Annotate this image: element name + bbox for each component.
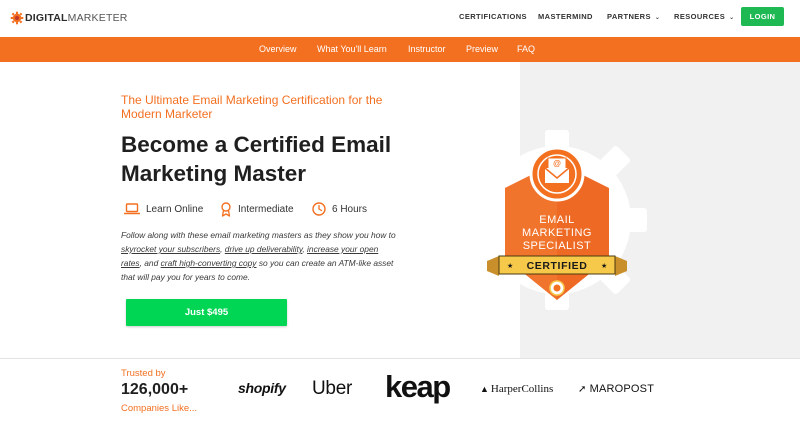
brand-logo-maropost: ➚ MAROPOST: [578, 383, 654, 395]
nav-partners[interactable]: PARTNERS ⌄: [607, 12, 660, 21]
svg-text:★: ★: [507, 262, 513, 270]
subnav-overview[interactable]: Overview: [259, 44, 297, 54]
meta-format-label: Learn Online: [146, 203, 204, 215]
logo-word-marketer: MARKETER: [67, 12, 128, 24]
meta-format: Learn Online: [124, 201, 203, 217]
brand-logo-keap: keap: [385, 369, 451, 404]
trusted-count: 126,000+: [121, 381, 189, 398]
desc-text-1: Follow along with these email marketing …: [121, 230, 396, 240]
award-icon: [221, 201, 231, 217]
badge-line-specialist: SPECIALIST: [523, 240, 592, 252]
companies-like-label: Companies Like...: [121, 403, 198, 414]
nav-resources[interactable]: RESOURCES ⌄: [674, 12, 735, 21]
digitalmarketer-logo[interactable]: DIGITAL MARKETER: [10, 8, 128, 28]
nav-partners-label: PARTNERS: [607, 12, 651, 21]
envelope-icon: @: [544, 157, 570, 183]
brand-logo-harpercollins: ▲ HarperCollins: [480, 383, 553, 395]
svg-text:★: ★: [601, 262, 607, 270]
harpercollins-mark-icon: ▲: [480, 384, 489, 394]
maropost-arrow-icon: ➚: [578, 384, 587, 395]
badge-ribbon-certified: CERTIFIED: [527, 260, 588, 272]
trusted-by-label: Trusted by: [121, 368, 166, 379]
subnav-faq[interactable]: FAQ: [517, 44, 535, 54]
link-drive-up-deliverability[interactable]: drive up deliverability: [225, 244, 303, 254]
page-title: Become a Certified Email Marketing Maste…: [121, 132, 392, 186]
login-button[interactable]: LOGIN: [741, 7, 784, 26]
meta-level: Intermediate: [220, 201, 294, 217]
link-craft-copy[interactable]: craft high-converting copy: [161, 258, 257, 268]
section-navigation: Overview What You'll Learn Instructor Pr…: [0, 37, 800, 62]
buy-button[interactable]: Just $495: [126, 299, 287, 326]
hero-eyebrow: The Ultimate Email Marketing Certificati…: [121, 93, 383, 121]
chevron-down-icon: ⌄: [729, 15, 735, 21]
nav-mastermind[interactable]: MASTERMIND: [538, 12, 593, 21]
subnav-preview[interactable]: Preview: [466, 44, 498, 54]
laptop-icon: [124, 203, 140, 215]
nav-certifications[interactable]: CERTIFICATIONS: [459, 12, 527, 21]
link-skyrocket-subscribers[interactable]: skyrocket your subscribers: [121, 244, 220, 254]
brand-logo-shopify: shopify: [238, 380, 286, 396]
harpercollins-text: HarperCollins: [490, 383, 554, 395]
section-divider: [0, 358, 800, 359]
subnav-instructor[interactable]: Instructor: [408, 44, 446, 54]
meta-level-label: Intermediate: [238, 203, 294, 215]
maropost-text: MAROPOST: [589, 383, 655, 395]
logo-word-digital: DIGITAL: [25, 12, 68, 24]
certification-badge: @ EMAIL MARKETING SPECIALIST CERTIFIED ★…: [467, 130, 647, 310]
hero-description: Follow along with these email marketing …: [121, 228, 401, 284]
chevron-down-icon: ⌄: [654, 15, 661, 21]
top-navigation: DIGITAL MARKETER CERTIFICATIONS MASTERMIN…: [0, 0, 800, 37]
subnav-what-youll-learn[interactable]: What You'll Learn: [317, 44, 387, 54]
gear-logo-icon: [10, 11, 24, 25]
desc-text-4: , and: [139, 258, 161, 268]
clock-icon: [312, 202, 326, 216]
meta-duration-label: 6 Hours: [332, 203, 368, 215]
svg-text:@: @: [553, 159, 561, 168]
brand-logo-uber: Uber: [312, 378, 352, 399]
nav-resources-label: RESOURCES: [674, 12, 726, 21]
badge-line-marketing: MARKETING: [522, 227, 592, 239]
meta-duration: 6 Hours: [312, 201, 367, 217]
badge-line-email: EMAIL: [539, 214, 575, 226]
